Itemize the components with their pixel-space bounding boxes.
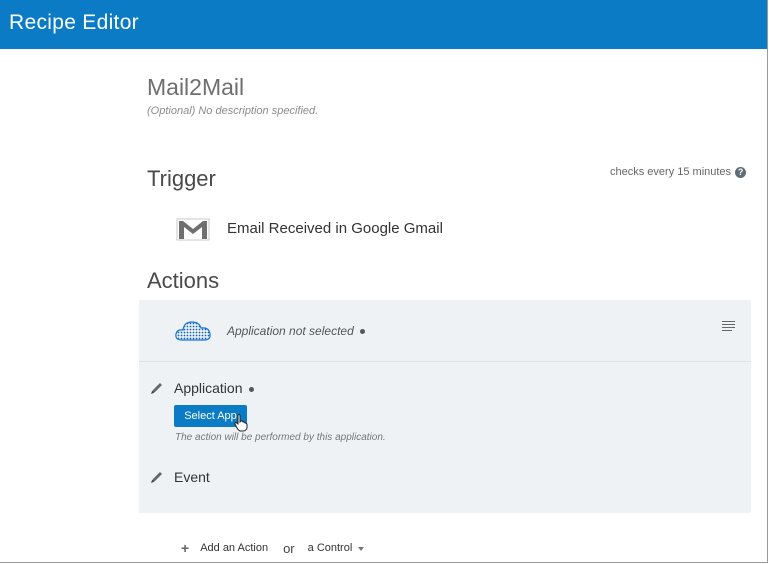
check-interval: checks every 15 minutes ? bbox=[610, 166, 747, 178]
required-dot bbox=[248, 386, 254, 392]
footer-actions: + Add an Action or a Control bbox=[181, 540, 365, 556]
add-action-link[interactable]: Add an Action bbox=[200, 542, 268, 554]
menu-icon[interactable] bbox=[722, 321, 735, 333]
action-panel: Application not selected Application Sel… bbox=[139, 300, 751, 513]
trigger-heading: Trigger bbox=[147, 166, 216, 191]
application-status: Application not selected bbox=[227, 324, 365, 338]
application-field-label: Application bbox=[174, 380, 254, 396]
gmail-icon bbox=[176, 218, 210, 241]
application-label-text: Application bbox=[174, 380, 243, 396]
hand-cursor-icon bbox=[234, 414, 248, 432]
check-interval-text: checks every 15 minutes bbox=[610, 166, 732, 178]
required-dot bbox=[359, 329, 365, 335]
recipe-name[interactable]: Mail2Mail bbox=[147, 74, 244, 101]
event-field-label[interactable]: Event bbox=[174, 469, 210, 485]
app-title: Recipe Editor bbox=[9, 11, 139, 34]
action-header[interactable]: Application not selected bbox=[139, 300, 751, 362]
cloud-icon bbox=[175, 321, 211, 341]
application-hint: The action will be performed by this app… bbox=[175, 432, 386, 443]
pencil-icon bbox=[151, 472, 162, 483]
pencil-icon bbox=[151, 383, 162, 394]
top-bar: Recipe Editor bbox=[0, 0, 767, 49]
application-status-text: Application not selected bbox=[227, 324, 354, 338]
trigger-label[interactable]: Email Received in Google Gmail bbox=[227, 220, 443, 237]
recipe-description[interactable]: (Optional) No description specified. bbox=[147, 105, 318, 117]
add-control-link[interactable]: a Control bbox=[308, 542, 365, 554]
chevron-down-icon bbox=[358, 547, 365, 551]
help-icon[interactable]: ? bbox=[735, 166, 747, 178]
actions-heading: Actions bbox=[147, 268, 220, 293]
add-control-label: a Control bbox=[307, 542, 353, 554]
plus-icon: + bbox=[181, 540, 190, 556]
or-text: or bbox=[283, 540, 295, 556]
